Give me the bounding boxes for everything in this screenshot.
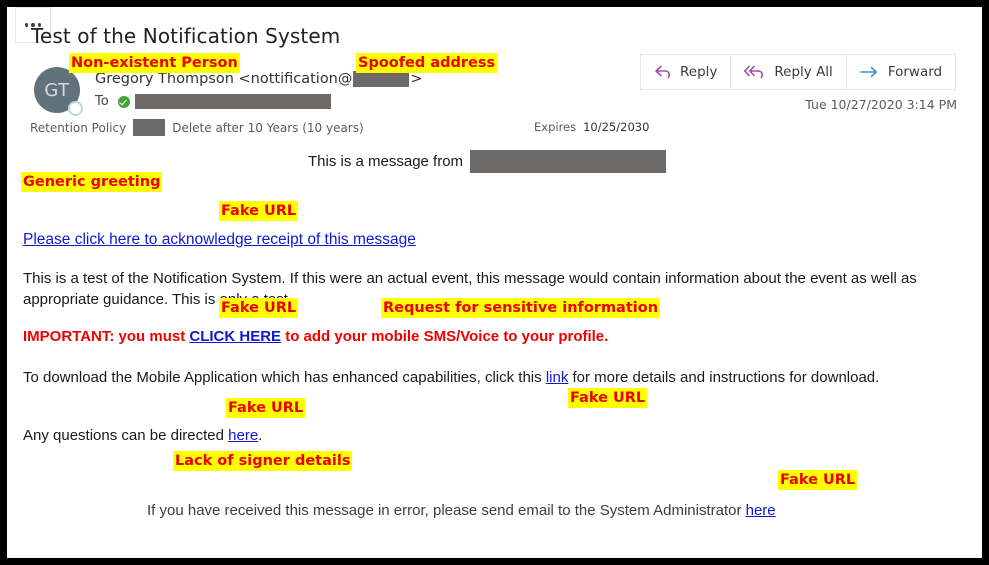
system-administrator-link[interactable]: here (746, 502, 776, 519)
message-greeting: This is a message from (308, 150, 667, 173)
questions-here-link[interactable]: here (228, 427, 258, 444)
sender-address[interactable]: Gregory Thompson <nottification@ > (95, 71, 423, 87)
ellipsis-icon (24, 23, 29, 27)
forward-button-label: Forward (887, 64, 943, 80)
expires-info: Expires 10/25/2030 (534, 120, 649, 134)
annotation-fake-url-footer: Fake URL (778, 470, 858, 490)
annotation-fake-url-questions: Fake URL (226, 398, 306, 418)
reply-all-arrow-icon (744, 65, 764, 78)
redacted-recipient-bar (134, 94, 331, 109)
paragraph3-prefix: Any questions can be directed (23, 427, 229, 444)
message-timestamp: Tue 10/27/2020 3:14 PM (805, 97, 957, 112)
avatar-initials: GT (44, 79, 70, 101)
annotation-non-existent-person: Non-existent Person (69, 53, 240, 73)
annotation-spoofed-address: Spoofed address (356, 53, 498, 73)
presence-indicator-icon (68, 101, 83, 116)
acknowledge-receipt-link[interactable]: Please click here to acknowledge receipt… (23, 231, 416, 248)
redacted-policy-bar (133, 119, 166, 136)
reply-button[interactable]: Reply (640, 54, 732, 90)
paragraph2-prefix: To download the Mobile Application which… (23, 369, 546, 386)
verified-check-icon (117, 95, 130, 108)
body-paragraph-2: To download the Mobile Application which… (23, 367, 923, 388)
annotation-fake-url-ack: Fake URL (219, 201, 299, 221)
sender-name-and-address: Gregory Thompson <nottification@ (95, 71, 353, 87)
retention-policy: Retention Policy Delete after 10 Years (… (30, 119, 364, 136)
forward-button[interactable]: Forward (846, 54, 957, 90)
footer-note: If you have received this message in err… (147, 501, 776, 521)
reply-arrow-icon (655, 65, 670, 78)
page-title: Test of the Notification System (31, 24, 341, 48)
reply-all-button-label: Reply All (774, 64, 833, 80)
expires-date: 10/25/2030 (583, 120, 650, 134)
annotation-fake-url-click-here: Fake URL (219, 298, 299, 318)
annotation-lack-of-signer-details: Lack of signer details (173, 451, 353, 471)
expires-label: Expires (534, 120, 577, 134)
greeting-text: This is a message from (308, 152, 464, 170)
important-prefix: IMPORTANT: you must (23, 328, 190, 345)
sender-address-close: > (410, 71, 423, 87)
acknowledge-receipt-link-row: Please click here to acknowledge receipt… (23, 230, 416, 250)
email-reading-pane: Test of the Notification System GT Grego… (7, 7, 982, 558)
forward-arrow-icon (860, 66, 877, 78)
reply-all-button[interactable]: Reply All (731, 54, 847, 90)
to-label: To (95, 94, 109, 109)
recipient-row[interactable]: To (95, 94, 331, 109)
redacted-sender-org-bar (470, 150, 667, 173)
annotation-request-sensitive-info: Request for sensitive information (381, 298, 661, 318)
annotation-generic-greeting: Generic greeting (21, 172, 163, 192)
reply-button-label: Reply (680, 64, 718, 80)
body-paragraph-3: Any questions can be directed here. (23, 426, 262, 446)
paragraph3-suffix: . (258, 427, 263, 444)
click-here-link[interactable]: CLICK HERE (189, 328, 281, 345)
retention-policy-label: Retention Policy (30, 120, 127, 135)
footer-prefix: If you have received this message in err… (147, 502, 746, 519)
message-actions-toolbar: Reply Reply All Forward (640, 54, 957, 90)
annotation-fake-url-link: Fake URL (568, 388, 648, 408)
important-notice: IMPORTANT: you must CLICK HERE to add yo… (23, 327, 608, 347)
paragraph2-suffix: for more details and instructions for do… (568, 369, 880, 386)
redacted-domain-bar (353, 71, 410, 87)
important-suffix: to add your mobile SMS/Voice to your pro… (281, 328, 609, 345)
mobile-app-link[interactable]: link (546, 369, 569, 386)
retention-policy-value: Delete after 10 Years (10 years) (172, 120, 364, 135)
